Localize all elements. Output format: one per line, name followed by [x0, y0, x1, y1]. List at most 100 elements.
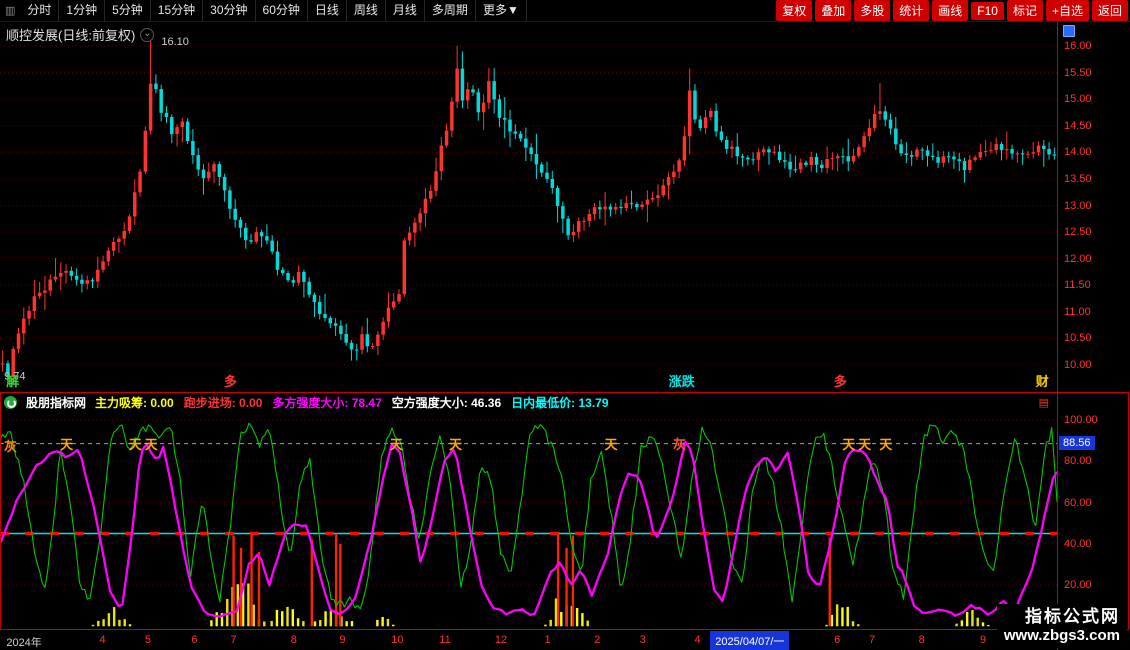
watermark-line2: www.zbgs3.com [1004, 627, 1120, 646]
price-tick-label-0: 16.00 [1064, 40, 1092, 52]
x-axis-label-14: 6 [834, 634, 840, 646]
price-tick-label-6: 13.00 [1064, 200, 1092, 212]
window-icon[interactable] [1063, 25, 1075, 37]
svg-text:天: 天 [879, 437, 893, 452]
svg-text:天: 天 [145, 437, 159, 452]
x-axis-label-13: 4 [695, 634, 701, 646]
indicator-brand: 股朋指标网 [26, 394, 86, 411]
x-axis-label-7: 10 [391, 634, 403, 646]
indicator-tool-icon[interactable]: ▤ [1039, 396, 1049, 409]
svg-text:天: 天 [604, 437, 618, 452]
menu-period-item-9[interactable]: 多周期 [425, 0, 476, 21]
x-axis-label-0: 2024年 [6, 634, 41, 650]
app-icon: ▥ [0, 4, 20, 17]
chevron-down-icon[interactable]: ⌄ [140, 28, 154, 42]
menu-period-item-10[interactable]: 更多▼ [476, 0, 527, 21]
indicator-plot[interactable]: 灰天天天天天天灰天天天 [0, 412, 1057, 630]
indicator-tick-label-3: 40.00 [1064, 538, 1092, 550]
menu-period-item-4[interactable]: 30分钟 [203, 0, 255, 21]
indicator-field-0: 主力吸筹: 0.00 [95, 394, 174, 411]
watermark-line1: 指标公式网 [1004, 606, 1120, 627]
x-axis-label-5: 8 [291, 634, 297, 646]
svg-text:天: 天 [390, 437, 404, 452]
x-axis-label-11: 2 [594, 634, 600, 646]
indicator-header: 股朋指标网 主力吸筹: 0.00 跑步进场: 0.00 多方强度大小: 78.47 空… [0, 392, 1057, 412]
chart-title: 顺控发展(日线:前复权) ⌄ [6, 25, 154, 44]
svg-text:灰: 灰 [4, 439, 17, 454]
svg-text:财: 财 [1036, 374, 1049, 389]
candlestick-chart[interactable]: 16.109.74解多涨跌多财 [0, 22, 1057, 392]
price-tick-label-5: 13.50 [1064, 173, 1092, 185]
action-menu: 复权叠加多股统计画线F10标记+自选返回 [776, 0, 1130, 21]
price-tick-label-4: 14.00 [1064, 146, 1092, 158]
svg-text:天: 天 [842, 437, 856, 452]
menu-period-item-1[interactable]: 1分钟 [59, 0, 105, 21]
selected-date-label: 2025/04/07/一 [710, 631, 789, 650]
menu-period-item-0[interactable]: 分时 [20, 0, 59, 21]
x-axis-label-3: 6 [191, 634, 197, 646]
menu-period-item-8[interactable]: 月线 [386, 0, 425, 21]
y-axis-column: 16.00 15.50 15.00 14.50 14.00 13.50 13.00 12.50… [1057, 22, 1130, 650]
svg-text:涨跌: 涨跌 [668, 374, 696, 389]
x-axis-label-10: 1 [544, 634, 550, 646]
price-tick-label-11: 10.50 [1064, 332, 1092, 344]
menu-period-item-5[interactable]: 60分钟 [256, 0, 308, 21]
x-axis-label-9: 12 [495, 634, 507, 646]
watermark: 指标公式网 www.zbgs3.com [997, 604, 1127, 648]
menu-period-item-6[interactable]: 日线 [308, 0, 347, 21]
svg-text:天: 天 [129, 437, 143, 452]
price-tick-label-2: 15.00 [1064, 93, 1092, 105]
indicator-tick-label-0: 100.00 [1064, 414, 1098, 426]
indicator-field-2: 多方强度大小: 78.47 [272, 394, 381, 411]
x-axis-label-6: 9 [339, 634, 345, 646]
svg-text:多: 多 [224, 374, 237, 389]
x-axis-label-8: 11 [439, 634, 450, 646]
svg-text:天: 天 [60, 437, 74, 452]
trading-app-window: ▥ 分时1分钟5分钟15分钟30分钟60分钟日线周线月线多周期更多▼ 复权叠加多… [0, 0, 1130, 650]
menu-action-button-3[interactable]: 统计 [893, 0, 929, 21]
menu-period-item-2[interactable]: 5分钟 [105, 0, 151, 21]
svg-text:解: 解 [5, 374, 19, 389]
x-axis-label-16: 8 [919, 634, 925, 646]
period-menu: ▥ 分时1分钟5分钟15分钟30分钟60分钟日线周线月线多周期更多▼ [0, 0, 527, 21]
svg-text:灰: 灰 [673, 437, 686, 452]
menu-action-button-2[interactable]: 多股 [854, 0, 890, 21]
svg-text:多: 多 [834, 374, 847, 389]
indicator-last-value-badge: 88.56 [1059, 436, 1095, 450]
menu-action-button-4[interactable]: 画线 [932, 0, 968, 21]
x-axis-label-17: 9 [980, 634, 986, 646]
indicator-tick-label-4: 20.00 [1064, 579, 1092, 591]
x-axis: 2024年456789101112123467892025/04/07/一 [0, 630, 1057, 650]
indicator-tick-label-1: 80.00 [1064, 455, 1092, 467]
svg-text:天: 天 [449, 437, 463, 452]
menu-action-button-1[interactable]: 叠加 [815, 0, 851, 21]
menu-action-button-5[interactable]: F10 [971, 2, 1004, 20]
menu-period-item-7[interactable]: 周线 [347, 0, 386, 21]
menubar: ▥ 分时1分钟5分钟15分钟30分钟60分钟日线周线月线多周期更多▼ 复权叠加多… [0, 0, 1130, 22]
svg-text:16.10: 16.10 [161, 36, 189, 48]
price-tick-label-8: 12.00 [1064, 253, 1092, 265]
x-axis-label-1: 4 [99, 634, 105, 646]
price-tick-label-1: 15.50 [1064, 67, 1092, 79]
price-tick-label-10: 11.00 [1064, 306, 1091, 318]
price-tick-label-9: 11.50 [1064, 279, 1091, 291]
indicator-field-4: 日内最低价: 13.79 [511, 394, 608, 411]
menu-action-button-6[interactable]: 标记 [1007, 0, 1043, 21]
menu-period-item-3[interactable]: 15分钟 [151, 0, 203, 21]
x-axis-label-4: 7 [231, 634, 237, 646]
svg-text:天: 天 [858, 437, 872, 452]
indicator-field-3: 空方强度大小: 46.36 [392, 394, 501, 411]
indicator-field-1: 跑步进场: 0.00 [184, 394, 263, 411]
brand-logo-icon [4, 396, 17, 409]
indicator-fields: 主力吸筹: 0.00 跑步进场: 0.00 多方强度大小: 78.47 空方强度大小:… [95, 394, 609, 411]
price-tick-label-12: 10.00 [1064, 359, 1092, 371]
menu-action-button-7[interactable]: +自选 [1046, 0, 1089, 21]
chart-title-text: 顺控发展(日线:前复权) [6, 25, 135, 44]
price-tick-label-7: 12.50 [1064, 226, 1092, 238]
x-axis-label-2: 5 [145, 634, 151, 646]
menu-action-button-8[interactable]: 返回 [1092, 0, 1128, 21]
menu-action-button-0[interactable]: 复权 [776, 0, 812, 21]
indicator-tick-label-2: 60.00 [1064, 497, 1092, 509]
x-axis-label-12: 3 [640, 634, 646, 646]
price-tick-label-3: 14.50 [1064, 120, 1092, 132]
